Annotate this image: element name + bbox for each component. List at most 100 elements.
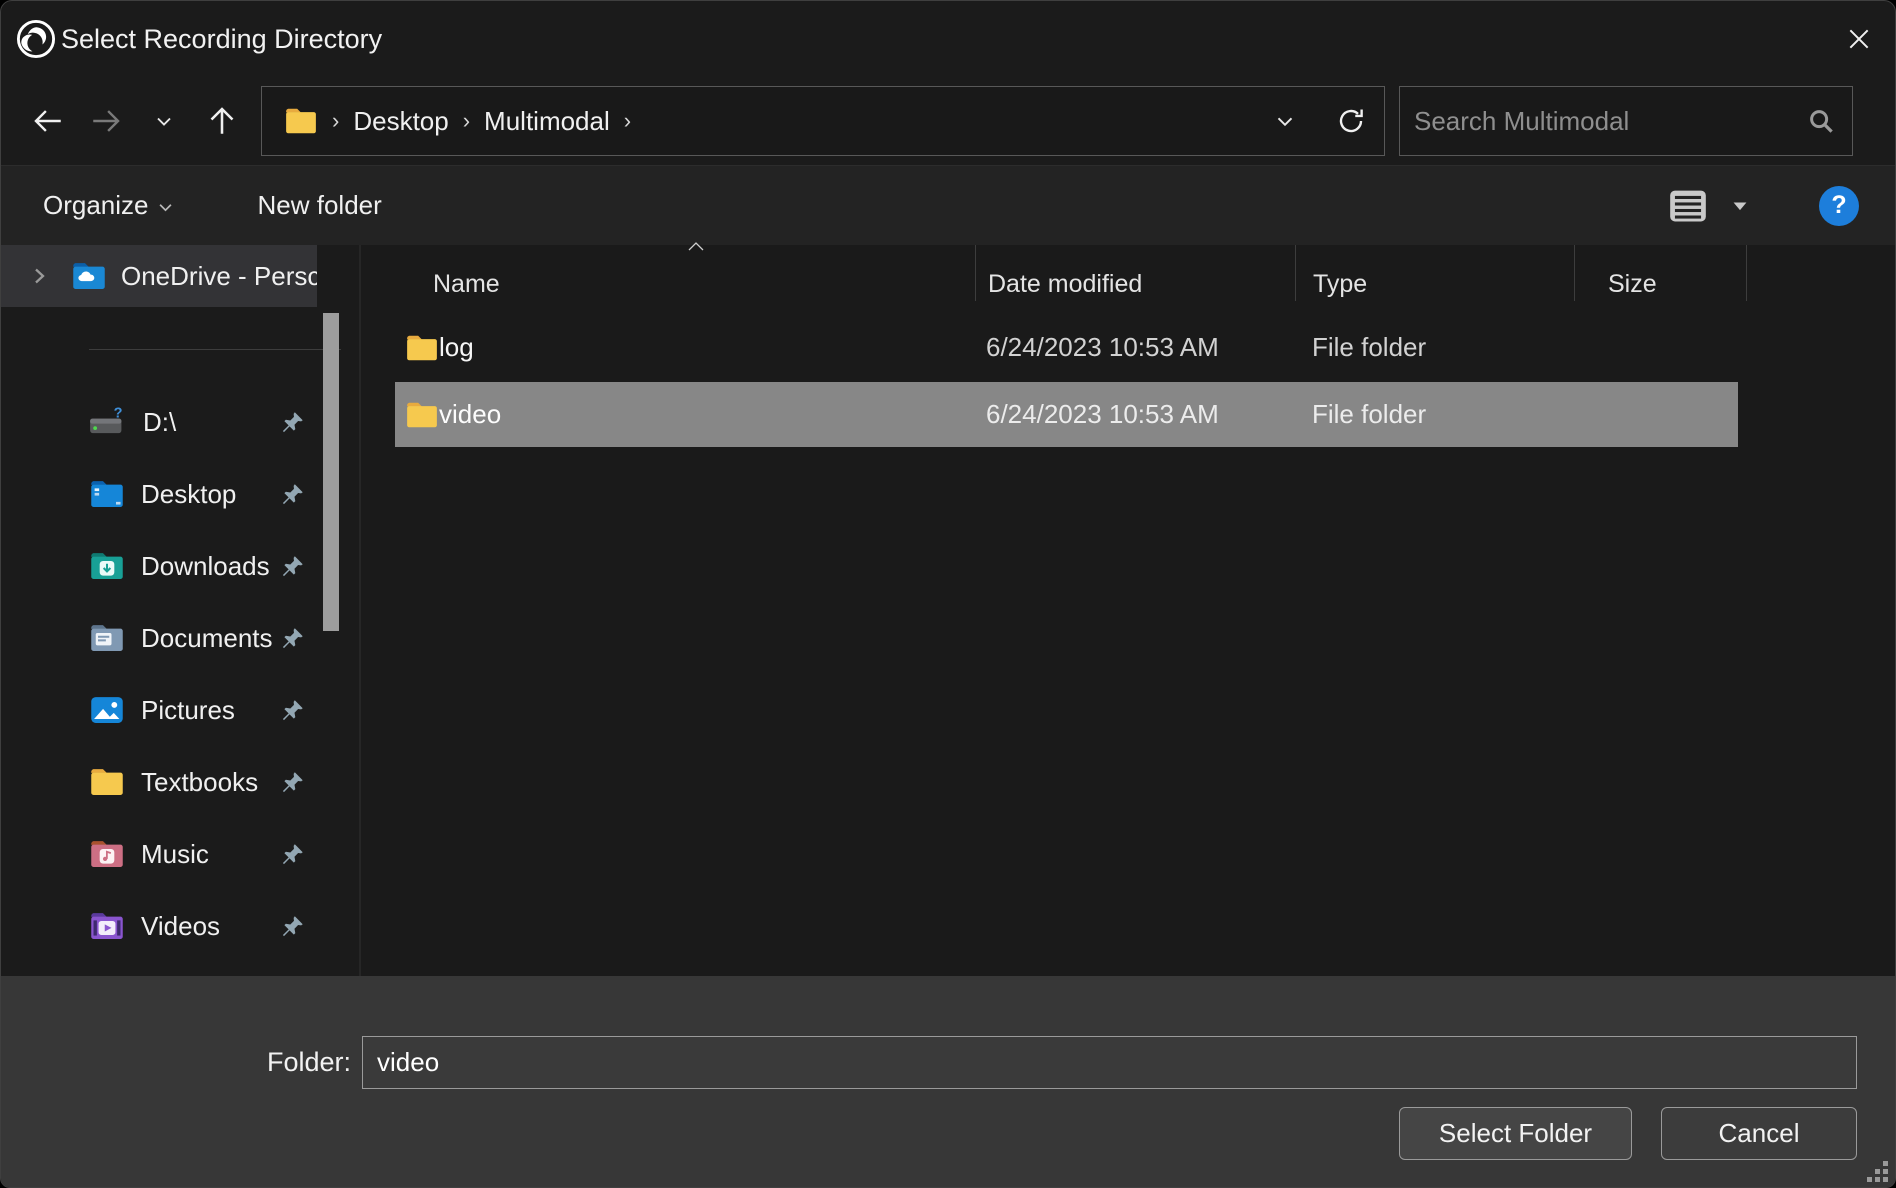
sidebar-item-label: Desktop	[141, 479, 236, 510]
sidebar-scrollbar[interactable]	[323, 307, 339, 976]
up-arrow-icon	[204, 103, 240, 139]
back-arrow-icon	[31, 104, 65, 138]
pin-icon	[280, 914, 305, 939]
command-toolbar: Organize New folder ?	[1, 165, 1895, 245]
sidebar-item-label: Documents	[141, 623, 273, 654]
view-dropdown-icon[interactable]	[1733, 201, 1747, 211]
pictures-icon	[89, 695, 125, 725]
breadcrumb-separator: ›	[624, 108, 631, 134]
column-header-date-modified[interactable]: Date modified	[976, 245, 1296, 301]
close-button[interactable]	[1823, 1, 1895, 77]
title-bar: Select Recording Directory	[1, 1, 1895, 77]
sidebar-item-label: Downloads	[141, 551, 270, 582]
sidebar-item-label: D:\	[143, 407, 176, 438]
file-name: video	[439, 399, 976, 430]
breadcrumb[interactable]: › Desktop › Multimodal ›	[261, 86, 1385, 156]
navigation-pane: OneDrive - Persc ? D:\	[1, 245, 361, 976]
pin-icon	[280, 698, 305, 723]
onedrive-folder-icon	[71, 261, 107, 291]
folder-icon	[395, 334, 439, 362]
sidebar-item-music[interactable]: Music	[1, 818, 359, 890]
recent-locations-button[interactable]	[135, 89, 193, 153]
column-header-type[interactable]: Type	[1296, 245, 1575, 301]
file-list-pane: Name Date modified Type Size log 6/24/20…	[361, 245, 1895, 976]
pin-icon	[280, 770, 305, 795]
breadcrumb-item-desktop[interactable]: Desktop	[353, 106, 448, 137]
search-icon[interactable]	[1806, 106, 1836, 136]
new-folder-button[interactable]: New folder	[258, 190, 382, 221]
sidebar-divider	[89, 349, 341, 350]
breadcrumb-item-multimodal[interactable]: Multimodal	[484, 106, 610, 137]
sort-ascending-icon	[687, 241, 705, 251]
column-header-size[interactable]: Size	[1575, 245, 1747, 301]
sidebar-item-label: OneDrive - Persc	[121, 261, 317, 292]
sidebar-item-pictures[interactable]: Pictures	[1, 674, 359, 746]
sidebar-item-label: Textbooks	[141, 767, 258, 798]
column-header-name[interactable]: Name	[361, 245, 976, 301]
file-date-modified: 6/24/2023 10:53 AM	[976, 332, 1296, 363]
back-button[interactable]	[19, 89, 77, 153]
documents-folder-icon	[89, 623, 125, 653]
pin-icon	[280, 842, 305, 867]
music-folder-icon	[89, 839, 125, 869]
forward-arrow-icon	[89, 104, 123, 138]
dialog-footer: Folder: Select Folder Cancel	[1, 976, 1895, 1188]
sidebar-item-label: Music	[141, 839, 209, 870]
up-button[interactable]	[193, 89, 251, 153]
dialog-content: OneDrive - Persc ? D:\	[1, 245, 1895, 976]
sidebar-item-d-drive[interactable]: ? D:\	[1, 386, 359, 458]
folder-icon	[89, 767, 125, 797]
address-dropdown-icon[interactable]	[1272, 108, 1298, 134]
file-date-modified: 6/24/2023 10:53 AM	[976, 399, 1296, 430]
sidebar-item-onedrive[interactable]: OneDrive - Persc	[1, 245, 317, 307]
search-box	[1399, 86, 1853, 156]
sidebar-item-desktop[interactable]: Desktop	[1, 458, 359, 530]
drive-icon: ?	[89, 405, 127, 439]
folder-name-input[interactable]	[362, 1036, 1857, 1089]
file-type: File folder	[1296, 399, 1575, 430]
cancel-button[interactable]: Cancel	[1661, 1107, 1857, 1160]
pin-icon	[280, 626, 305, 651]
sidebar-item-label: Pictures	[141, 695, 235, 726]
sidebar-item-textbooks[interactable]: Textbooks	[1, 746, 359, 818]
folder-label: Folder:	[1, 1047, 362, 1078]
downloads-folder-icon	[89, 551, 125, 581]
file-row-log[interactable]: log 6/24/2023 10:53 AM File folder	[395, 315, 1738, 380]
close-icon	[1846, 26, 1872, 52]
sidebar-item-documents[interactable]: Documents	[1, 602, 359, 674]
refresh-icon[interactable]	[1336, 106, 1366, 136]
desktop-folder-icon	[89, 479, 125, 509]
search-input[interactable]	[1404, 106, 1806, 137]
column-headers: Name Date modified Type Size	[361, 245, 1895, 311]
forward-button[interactable]	[77, 89, 135, 153]
new-folder-label: New folder	[258, 190, 382, 221]
scrollbar-thumb[interactable]	[323, 313, 339, 631]
expand-chevron-icon[interactable]	[27, 264, 51, 288]
sidebar-item-downloads[interactable]: Downloads	[1, 530, 359, 602]
sidebar-item-videos[interactable]: Videos	[1, 890, 359, 962]
organize-label: Organize	[43, 190, 149, 221]
organize-menu[interactable]: Organize	[43, 190, 172, 221]
dialog-title: Select Recording Directory	[61, 24, 382, 55]
videos-folder-icon	[89, 911, 125, 941]
help-button[interactable]: ?	[1819, 186, 1859, 226]
obs-logo-icon	[15, 18, 57, 60]
file-name: log	[439, 332, 976, 363]
resize-grip-icon[interactable]	[1866, 1161, 1888, 1183]
breadcrumb-separator: ›	[463, 108, 470, 134]
caret-down-icon	[159, 203, 172, 212]
select-folder-button[interactable]: Select Folder	[1399, 1107, 1632, 1160]
navigation-bar: › Desktop › Multimodal ›	[1, 77, 1895, 165]
select-recording-directory-dialog: Select Recording Directory	[0, 0, 1896, 1188]
pin-icon	[280, 482, 305, 507]
breadcrumb-separator: ›	[332, 108, 339, 134]
view-details-icon[interactable]	[1669, 188, 1707, 224]
folder-icon	[395, 401, 439, 429]
file-row-video-selected[interactable]: video 6/24/2023 10:53 AM File folder	[395, 382, 1738, 447]
folder-icon	[284, 107, 318, 135]
chevron-down-icon	[152, 109, 176, 133]
pin-icon	[280, 410, 305, 435]
file-type: File folder	[1296, 332, 1575, 363]
sidebar-item-label: Videos	[141, 911, 220, 942]
pin-icon	[280, 554, 305, 579]
